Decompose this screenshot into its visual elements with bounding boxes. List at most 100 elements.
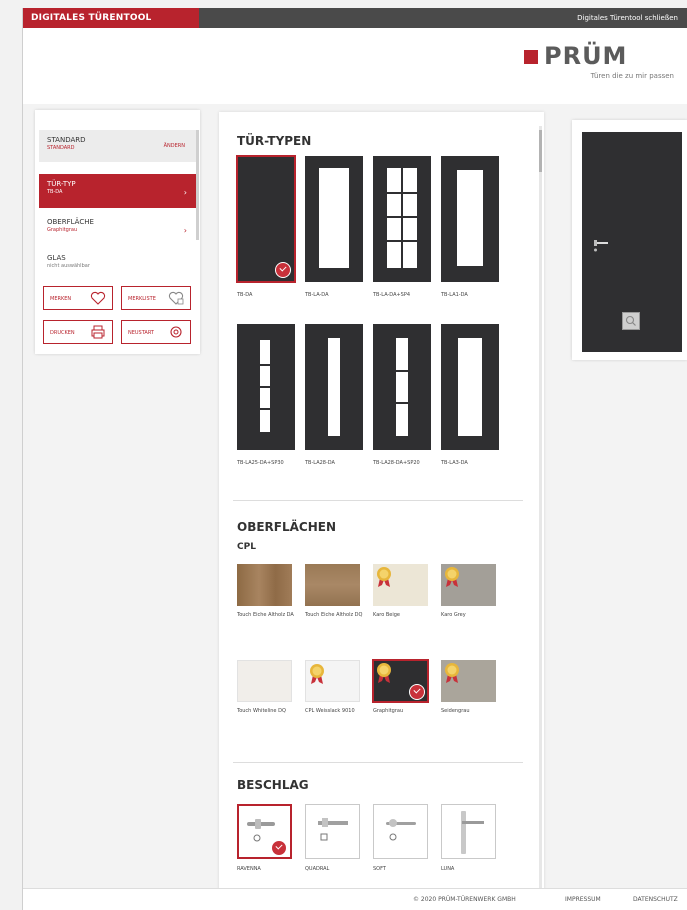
door-thumbnail <box>237 324 295 450</box>
fitting-thumbnail <box>441 804 496 859</box>
footer: © 2020 PRÜM-TÜRENWERK GMBH IMPRESSUM DAT… <box>23 888 687 910</box>
door-handle-icon <box>318 818 348 841</box>
surface-swatch <box>441 564 496 606</box>
selected-check-icon <box>409 684 425 700</box>
door-thumbnail <box>305 156 363 282</box>
surface-swatch <box>305 660 360 702</box>
datenschutz-link[interactable]: DATENSCHUTZ <box>633 896 678 903</box>
surface-swatch <box>305 564 360 606</box>
surface-label: Touch Eiche Altholz DQ <box>305 612 363 618</box>
section-title-surfaces: OBERFLÄCHEN <box>237 520 337 534</box>
award-medal-icon <box>377 663 391 683</box>
header: PRÜM Türen die zu mir passen <box>23 28 687 104</box>
section-title-door-types: TÜR-TYPEN <box>237 134 312 148</box>
selected-check-icon <box>275 262 291 278</box>
surface-swatch <box>373 564 428 606</box>
door-type-label: TB-LA25-DA+SP30 <box>237 460 284 466</box>
door-type-label: TB-LA-DA <box>305 292 329 298</box>
fitting-thumbnail <box>237 804 292 859</box>
door-thumbnail <box>236 155 296 283</box>
remember-button[interactable]: MERKEN <box>43 286 113 310</box>
fitting-label: LUNA <box>441 866 455 872</box>
sidebar-item-label: GLAS <box>47 254 66 262</box>
options-panel: TÜR-TYPEN TB-DA TB-LA-DA TB-LA-DA+SP4 TB… <box>219 112 544 902</box>
restart-button[interactable]: NEUSTART <box>121 320 191 344</box>
logo-mark-icon <box>524 50 538 64</box>
surface-label: Seidengrau <box>441 708 470 714</box>
surface-label: Touch Eiche Altholz DA <box>237 612 294 618</box>
door-thumbnail <box>441 156 499 282</box>
sidebar-item-glass[interactable]: GLAS nicht auswählbar <box>39 248 199 278</box>
surface-label: Touch Whiteline DQ <box>237 708 286 714</box>
wishlist-button[interactable]: MERKLISTE <box>121 286 191 310</box>
app-frame: DIGITALES TÜRENTOOL Digitales Türentool … <box>22 8 687 910</box>
door-type-label: TB-LA1-DA <box>441 292 468 298</box>
door-type-label: TB-LA28-DA+SP20 <box>373 460 420 466</box>
door-type-label: TB-LA3-DA <box>441 460 468 466</box>
sidebar-item-standard[interactable]: STANDARD STANDARD ÄNDERN <box>39 130 199 162</box>
chevron-right-icon: › <box>183 188 187 197</box>
door-thumbnail <box>441 324 499 450</box>
printer-icon <box>90 325 106 341</box>
sidebar-item-label: OBERFLÄCHE <box>47 218 94 226</box>
surface-swatch <box>372 659 429 703</box>
sidebar-item-sub: nicht auswählbar <box>47 263 90 269</box>
door-handle-icon <box>386 819 416 841</box>
fitting-label: QUADRAL <box>305 866 330 872</box>
award-medal-icon <box>310 664 324 684</box>
pruem-logo[interactable]: PRÜM Türen die zu mir passen <box>524 42 674 92</box>
heart-list-icon <box>168 291 184 307</box>
sidebar-item-sub: Graphitgrau <box>47 227 78 233</box>
door-handle-icon <box>461 811 484 854</box>
heart-icon <box>90 291 106 307</box>
restart-icon <box>168 325 184 341</box>
button-label: NEUSTART <box>128 330 154 336</box>
close-tool-link[interactable]: Digitales Türentool schließen <box>577 8 678 28</box>
door-handle-icon <box>247 819 275 842</box>
sidebar-item-label: TÜR-TYP <box>47 180 76 188</box>
section-divider <box>233 500 523 501</box>
zoom-icon <box>625 315 636 326</box>
app-title: DIGITALES TÜRENTOOL <box>23 8 199 28</box>
selected-check-icon <box>271 840 287 856</box>
sidebar-item-door-type[interactable]: TÜR-TYP TB-DA › <box>39 174 199 208</box>
door-thumbnail <box>373 324 431 450</box>
door-preview <box>572 120 687 360</box>
door-preview-image <box>582 132 682 352</box>
configuration-sidebar: STANDARD STANDARD ÄNDERN TÜR-TYP TB-DA ›… <box>35 110 200 354</box>
sidebar-scrollbar[interactable] <box>196 130 199 240</box>
fitting-label: RAVENNA <box>237 866 261 872</box>
button-label: MERKEN <box>50 296 72 302</box>
door-handle-icon <box>594 240 608 252</box>
sidebar-item-surface[interactable]: OBERFLÄCHE Graphitgrau › <box>39 212 199 244</box>
button-label: DRUCKEN <box>50 330 75 336</box>
change-link[interactable]: ÄNDERN <box>164 143 185 149</box>
scrollbar-thumb[interactable] <box>539 130 542 172</box>
print-button[interactable]: DRUCKEN <box>43 320 113 344</box>
surface-swatch <box>237 660 292 702</box>
surface-group-cpl: CPL <box>237 542 256 552</box>
options-scrollbar[interactable] <box>539 126 542 896</box>
door-thumbnail <box>373 156 431 282</box>
door-type-label: TB-LA-DA+SP4 <box>373 292 411 298</box>
section-divider <box>233 762 523 763</box>
door-thumbnail <box>305 324 363 450</box>
surface-label: Karo Grey <box>441 612 466 618</box>
top-bar: DIGITALES TÜRENTOOL Digitales Türentool … <box>23 8 687 28</box>
award-medal-icon <box>377 567 391 587</box>
surface-swatch <box>237 564 292 606</box>
chevron-right-icon: › <box>183 226 187 235</box>
zoom-button[interactable] <box>622 312 640 330</box>
door-type-label: TB-LA28-DA <box>305 460 335 466</box>
surface-label: Karo Beige <box>373 612 400 618</box>
copyright-text: © 2020 PRÜM-TÜRENWERK GMBH <box>413 896 516 903</box>
button-label: MERKLISTE <box>128 296 156 302</box>
door-type-label: TB-DA <box>237 292 253 298</box>
logo-wordmark: PRÜM <box>544 42 628 70</box>
fitting-thumbnail <box>305 804 360 859</box>
sidebar-item-sub: TB-DA <box>47 189 63 195</box>
surface-label: CPL Weisslack 9010 <box>305 708 355 714</box>
fitting-label: SOFT <box>373 866 386 872</box>
impressum-link[interactable]: IMPRESSUM <box>565 896 601 903</box>
fitting-thumbnail <box>373 804 428 859</box>
